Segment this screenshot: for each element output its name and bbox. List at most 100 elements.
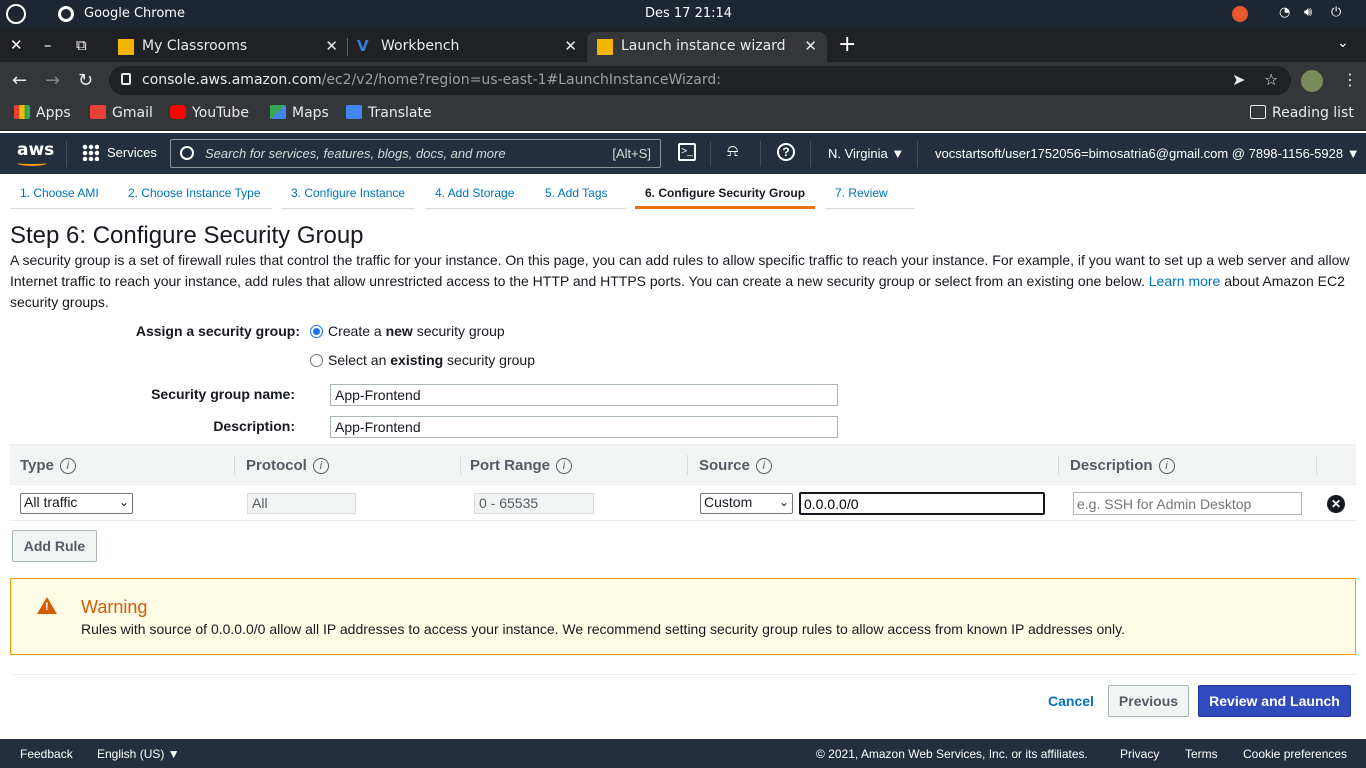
source-select[interactable]: Custom ⌄ [700, 493, 793, 514]
profile-avatar[interactable] [1301, 70, 1323, 92]
browser-tab-active[interactable]: Launch instance wizard | E ✕ [587, 32, 827, 62]
review-and-launch-button[interactable]: Review and Launch [1198, 685, 1351, 717]
tab-search-chevron-icon[interactable]: ⌄ [1337, 35, 1349, 51]
bookmark-apps[interactable]: Apps [14, 105, 71, 121]
rule-description-input[interactable] [1073, 492, 1302, 515]
volume-icon[interactable]: 🔊︎ [1304, 5, 1312, 20]
remove-rule-icon[interactable]: ✕ [1327, 495, 1345, 513]
aws-logo[interactable]: aws [17, 140, 54, 166]
clock[interactable]: Des 17 21:14 [645, 6, 732, 21]
info-icon[interactable]: i [59, 458, 76, 474]
send-to-devices-icon[interactable]: ➤ [1232, 70, 1245, 89]
add-rule-button[interactable]: Add Rule [12, 530, 97, 562]
security-rules-table: Type i Protocol i Port Range i Source i Desc… [10, 444, 1356, 521]
type-select[interactable]: All traffic ⌄ [20, 493, 133, 514]
notifications-bell-icon[interactable]: ⍾ [727, 141, 745, 160]
description-input[interactable] [330, 416, 838, 438]
info-icon[interactable]: i [556, 458, 573, 474]
url-text: console.aws.amazon.com/ec2/v2/home?regio… [142, 72, 721, 88]
wizard-step-configure-instance[interactable]: 3. Configure Instance [281, 186, 415, 209]
lock-icon[interactable] [121, 73, 131, 85]
wizard-step-choose-ami[interactable]: 1. Choose AMI [10, 186, 119, 209]
wizard-step-add-storage[interactable]: 4. Add Storage [425, 186, 535, 209]
new-tab-icon[interactable]: + [838, 32, 856, 57]
column-header-description: Description i [1070, 457, 1175, 474]
header-divider [66, 141, 67, 167]
feedback-link[interactable]: Feedback [20, 747, 73, 761]
wizard-step-review[interactable]: 7. Review [825, 186, 915, 209]
aws-search-box[interactable]: [Alt+S] [170, 139, 661, 168]
active-app-name[interactable]: Google Chrome [84, 6, 185, 21]
port-range-field: 0 - 65535 [474, 493, 594, 514]
back-arrow-icon[interactable]: ← [12, 70, 27, 91]
create-new-sg-option[interactable]: Create a new security group [310, 323, 505, 339]
source-cidr-input[interactable] [799, 492, 1045, 515]
wizard-step-instance-type[interactable]: 2. Choose Instance Type [119, 186, 272, 209]
close-tab-icon[interactable]: ✕ [325, 37, 338, 55]
info-icon[interactable]: i [755, 458, 772, 474]
bookmark-gmail[interactable]: Gmail [90, 105, 153, 121]
chrome-menu-icon[interactable]: ⋮ [1342, 70, 1358, 89]
browser-tab[interactable]: V Workbench ✕ [347, 32, 587, 62]
column-header-protocol: Protocol i [246, 457, 329, 474]
protocol-field: All [247, 493, 356, 514]
header-divider [917, 141, 918, 167]
cancel-button[interactable]: Cancel [1040, 686, 1102, 716]
youtube-icon [170, 105, 186, 119]
restore-window-icon[interactable]: ⧉ [76, 36, 87, 54]
select-existing-sg-option[interactable]: Select an existing security group [310, 352, 535, 368]
translate-icon [346, 105, 362, 119]
browser-tab-strip: ✕ – ⧉ My Classrooms ✕ V Workbench ✕ Laun… [0, 28, 1366, 62]
reading-list[interactable]: Reading list [1250, 105, 1354, 121]
forward-arrow-icon[interactable]: → [45, 70, 60, 91]
terms-link[interactable]: Terms [1185, 747, 1218, 761]
bookmark-translate[interactable]: Translate [346, 105, 432, 121]
vocareum-icon: V [357, 37, 369, 55]
security-group-name-input[interactable] [330, 384, 838, 406]
tray-app-icon[interactable] [1232, 6, 1248, 22]
close-tab-icon[interactable]: ✕ [564, 37, 577, 55]
cloudshell-icon[interactable]: >_ [678, 143, 696, 161]
info-icon[interactable]: i [1158, 458, 1175, 474]
bookmark-youtube[interactable]: YouTube [170, 105, 249, 121]
minimize-window-icon[interactable]: – [44, 36, 52, 54]
info-icon[interactable]: i [312, 458, 329, 474]
previous-button[interactable]: Previous [1108, 685, 1189, 717]
header-divider [710, 141, 711, 167]
radio-select-existing[interactable] [310, 354, 323, 367]
wizard-step-add-tags[interactable]: 5. Add Tags [535, 186, 626, 209]
bookmark-star-icon[interactable]: ☆ [1264, 70, 1278, 89]
wizard-steps: 1. Choose AMI 2. Choose Instance Type 3.… [10, 180, 1366, 210]
column-header-type: Type i [20, 457, 76, 474]
security-group-name-label: Security group name: [151, 386, 295, 402]
address-bar[interactable]: console.aws.amazon.com/ec2/v2/home?regio… [109, 66, 1291, 95]
region-selector[interactable]: N. Virginia ▼ [828, 146, 904, 161]
reload-icon[interactable]: ↻ [78, 70, 93, 91]
apps-grid-icon [14, 105, 30, 119]
privacy-link[interactable]: Privacy [1120, 747, 1159, 761]
warning-title: Warning [81, 597, 148, 617]
chevron-down-icon: ⌄ [118, 495, 129, 509]
os-top-bar: Google Chrome Des 17 21:14 ◔ 🔊︎ ⏻ [0, 0, 1366, 28]
wizard-step-security-group[interactable]: 6. Configure Security Group [635, 186, 815, 209]
close-tab-icon[interactable]: ✕ [804, 37, 817, 55]
account-menu[interactable]: vocstartsoft/user1752056=bimosatria6@gma… [935, 146, 1360, 161]
search-icon [180, 146, 194, 160]
bookmark-maps[interactable]: Maps [270, 105, 329, 121]
warning-text: Rules with source of 0.0.0.0/0 allow all… [81, 621, 1126, 637]
radio-create-new[interactable] [310, 325, 323, 338]
close-window-icon[interactable]: ✕ [10, 36, 23, 54]
help-icon[interactable]: ? [777, 143, 795, 161]
aws-search-input[interactable] [205, 143, 605, 164]
services-menu-button[interactable]: Services [82, 144, 157, 161]
page-title: Step 6: Configure Security Group [10, 222, 364, 249]
header-divider [760, 141, 761, 167]
language-selector[interactable]: English (US) ▼ [97, 747, 180, 761]
cookie-preferences-link[interactable]: Cookie preferences [1243, 747, 1347, 761]
learn-more-link[interactable]: Learn more [1149, 273, 1221, 289]
browser-tab[interactable]: My Classrooms ✕ [108, 32, 348, 62]
power-icon[interactable]: ⏻ [1331, 5, 1341, 20]
copyright-text: © 2021, Amazon Web Services, Inc. or its… [816, 747, 1088, 761]
wifi-icon[interactable]: ◔ [1279, 5, 1290, 20]
os-menu-icon[interactable] [6, 4, 26, 24]
